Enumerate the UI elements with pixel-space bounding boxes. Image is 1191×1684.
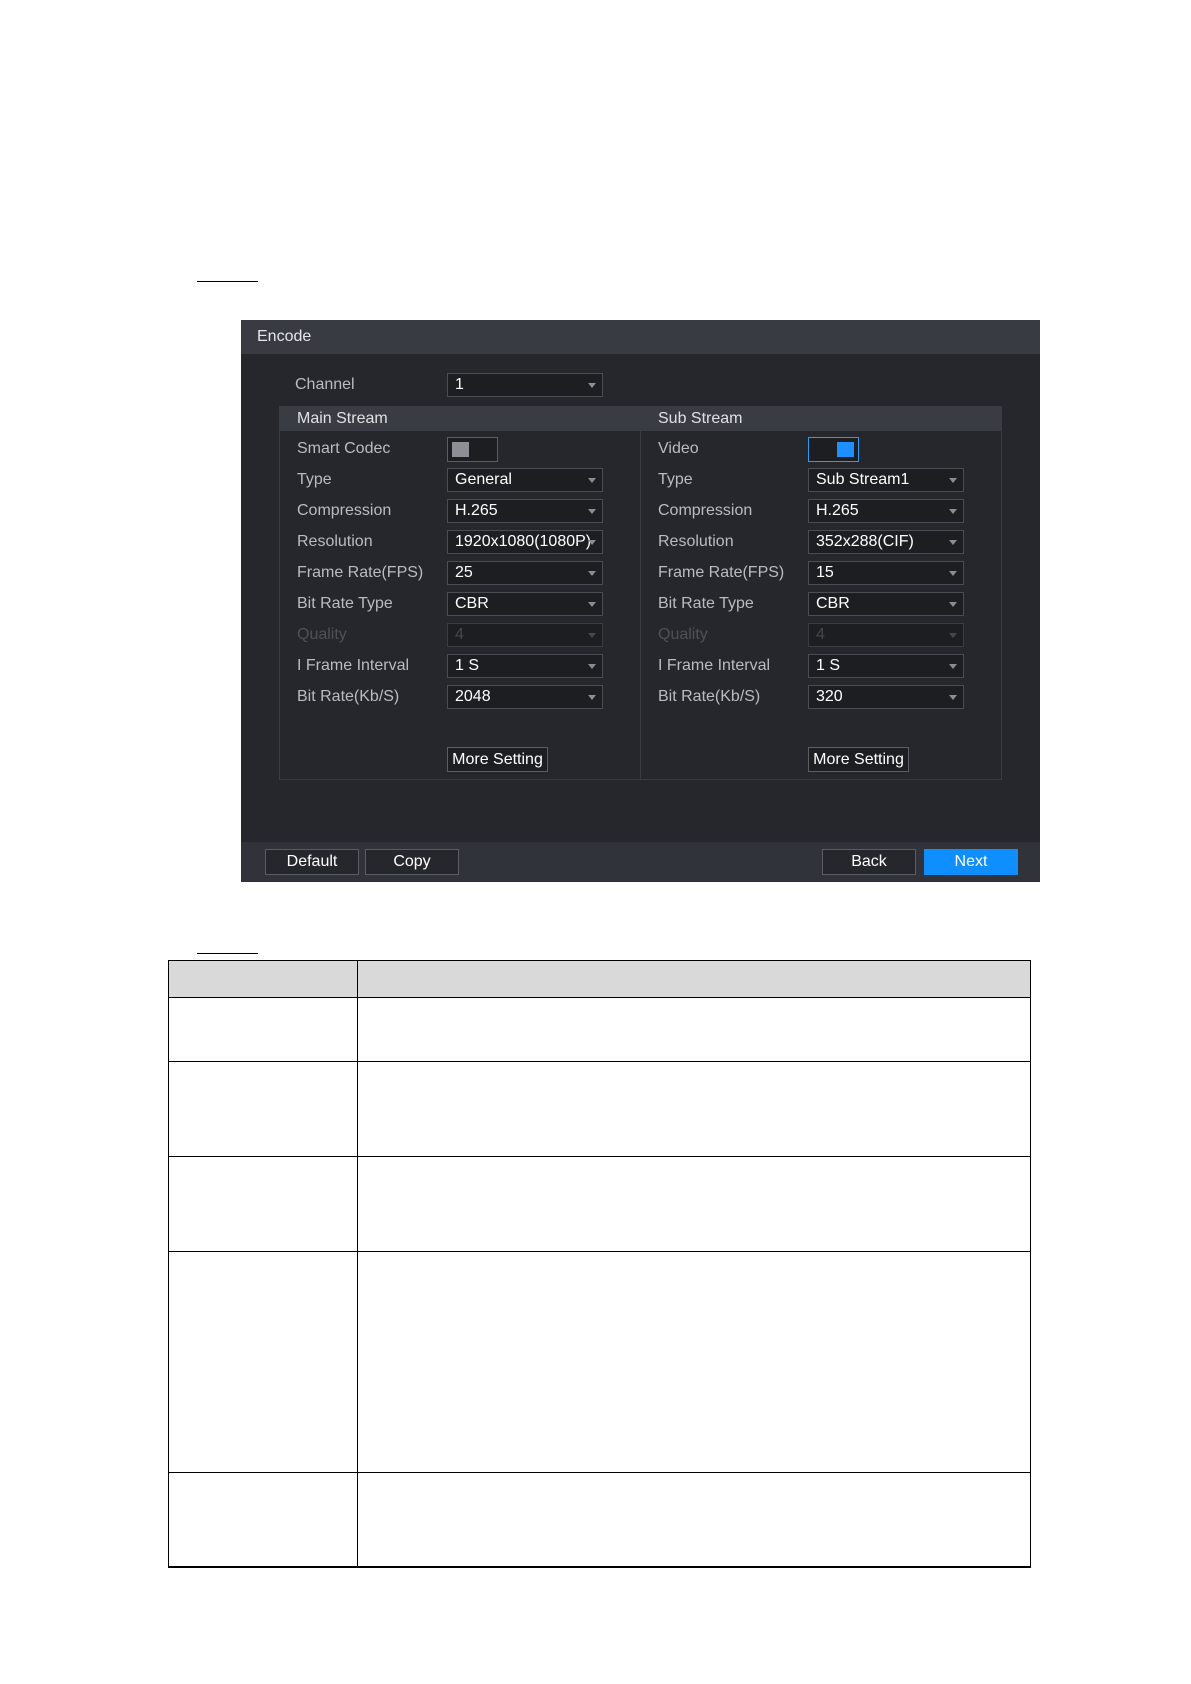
dropdown-arrow-icon: [949, 695, 957, 700]
main-bit-rate-type-select[interactable]: CBR: [447, 592, 603, 616]
table-row: [169, 1062, 1030, 1157]
toggle-knob: [837, 442, 854, 457]
main-resolution-value: 1920x1080(1080P): [455, 533, 592, 550]
dropdown-arrow-icon: [949, 633, 957, 638]
sub-compression-label: Compression: [658, 502, 753, 519]
dropdown-arrow-icon: [588, 664, 596, 669]
main-stream-panel: Main Stream Smart Codec Type General Com…: [279, 406, 641, 780]
smart-codec-toggle[interactable]: [447, 437, 498, 462]
main-compression-select[interactable]: H.265: [447, 499, 603, 523]
main-resolution-select[interactable]: 1920x1080(1080P): [447, 530, 603, 554]
sub-bit-rate-label: Bit Rate(Kb/S): [658, 688, 761, 705]
sub-frame-rate-label: Frame Rate(FPS): [658, 564, 785, 581]
main-bit-rate-type-value: CBR: [455, 595, 489, 612]
dropdown-arrow-icon: [949, 540, 957, 545]
main-stream-title: Main Stream: [280, 407, 640, 431]
main-bit-rate-select[interactable]: 2048: [447, 685, 603, 709]
step-marker-rule: [197, 953, 258, 954]
main-quality-select: 4: [447, 623, 603, 647]
main-quality-value: 4: [455, 626, 464, 643]
dropdown-arrow-icon: [949, 571, 957, 576]
sub-bit-rate-select[interactable]: 320: [808, 685, 964, 709]
dropdown-arrow-icon: [588, 602, 596, 607]
main-type-value: General: [455, 471, 512, 488]
sub-quality-select: 4: [808, 623, 964, 647]
video-label: Video: [658, 440, 699, 457]
dropdown-arrow-icon: [588, 383, 596, 388]
channel-value: 1: [455, 376, 464, 393]
dropdown-arrow-icon: [588, 478, 596, 483]
sub-resolution-label: Resolution: [658, 533, 734, 550]
main-quality-label: Quality: [297, 626, 347, 643]
sub-bit-rate-type-value: CBR: [816, 595, 850, 612]
bottom-bar: Default Copy Back Next: [241, 842, 1040, 882]
sub-type-select[interactable]: Sub Stream1: [808, 468, 964, 492]
main-type-select[interactable]: General: [447, 468, 603, 492]
encode-window: Encode Channel 1 Main Stream Smart Codec…: [241, 320, 1040, 882]
channel-select[interactable]: 1: [447, 373, 603, 397]
sub-resolution-value: 352x288(CIF): [816, 533, 914, 550]
dropdown-arrow-icon: [949, 664, 957, 669]
dropdown-arrow-icon: [588, 633, 596, 638]
table-row: [169, 1157, 1030, 1252]
dropdown-arrow-icon: [588, 571, 596, 576]
sub-i-frame-interval-label: I Frame Interval: [658, 657, 771, 674]
main-bit-rate-value: 2048: [455, 688, 491, 705]
sub-bit-rate-type-select[interactable]: CBR: [808, 592, 964, 616]
sub-quality-label: Quality: [658, 626, 708, 643]
sub-compression-value: H.265: [816, 502, 859, 519]
main-compression-label: Compression: [297, 502, 392, 519]
main-frame-rate-value: 25: [455, 564, 473, 581]
default-button[interactable]: Default: [265, 849, 359, 875]
dropdown-arrow-icon: [949, 478, 957, 483]
main-type-label: Type: [297, 471, 332, 488]
table-row: [169, 1473, 1030, 1567]
table-column-divider: [357, 961, 358, 1567]
main-resolution-label: Resolution: [297, 533, 373, 550]
dropdown-arrow-icon: [949, 602, 957, 607]
sub-more-setting-button[interactable]: More Setting: [808, 747, 909, 772]
table-row: [169, 1252, 1030, 1473]
sub-bit-rate-type-label: Bit Rate Type: [658, 595, 754, 612]
toggle-knob: [452, 442, 469, 457]
main-frame-rate-label: Frame Rate(FPS): [297, 564, 424, 581]
next-button[interactable]: Next: [924, 849, 1018, 875]
sub-resolution-select[interactable]: 352x288(CIF): [808, 530, 964, 554]
dropdown-arrow-icon: [588, 695, 596, 700]
dropdown-arrow-icon: [588, 509, 596, 514]
copy-button[interactable]: Copy: [365, 849, 459, 875]
parameter-table: [168, 960, 1031, 1568]
main-more-setting-button[interactable]: More Setting: [447, 747, 548, 772]
window-title: Encode: [241, 320, 1040, 354]
main-bit-rate-label: Bit Rate(Kb/S): [297, 688, 400, 705]
sub-i-frame-interval-select[interactable]: 1 S: [808, 654, 964, 678]
sub-quality-value: 4: [816, 626, 825, 643]
table-header-row: [169, 961, 1030, 998]
smart-codec-label: Smart Codec: [297, 440, 391, 457]
back-button[interactable]: Back: [822, 849, 916, 875]
sub-type-value: Sub Stream1: [816, 471, 910, 488]
sub-type-label: Type: [658, 471, 693, 488]
sub-frame-rate-value: 15: [816, 564, 834, 581]
step-marker-rule: [197, 281, 258, 282]
sub-frame-rate-select[interactable]: 15: [808, 561, 964, 585]
sub-bit-rate-value: 320: [816, 688, 843, 705]
dropdown-arrow-icon: [949, 509, 957, 514]
main-i-frame-interval-label: I Frame Interval: [297, 657, 410, 674]
sub-i-frame-interval-value: 1 S: [816, 657, 841, 674]
video-toggle[interactable]: [808, 437, 859, 462]
sub-stream-panel: Sub Stream Video Type Sub Stream1 Compre…: [640, 406, 1002, 780]
sub-stream-title: Sub Stream: [641, 407, 1001, 431]
table-row: [169, 998, 1030, 1062]
main-compression-value: H.265: [455, 502, 498, 519]
sub-compression-select[interactable]: H.265: [808, 499, 964, 523]
main-i-frame-interval-value: 1 S: [455, 657, 480, 674]
main-i-frame-interval-select[interactable]: 1 S: [447, 654, 603, 678]
main-frame-rate-select[interactable]: 25: [447, 561, 603, 585]
main-bit-rate-type-label: Bit Rate Type: [297, 595, 393, 612]
dropdown-arrow-icon: [588, 540, 596, 545]
channel-label: Channel: [295, 376, 355, 393]
